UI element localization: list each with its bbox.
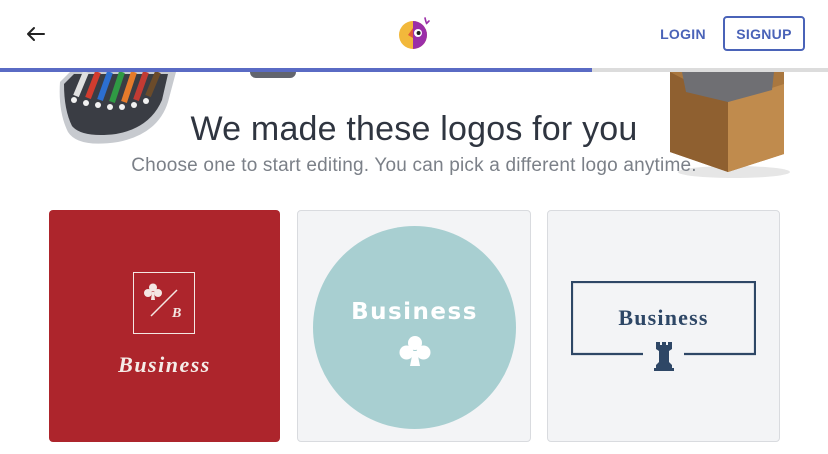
- login-link[interactable]: LOGIN: [650, 18, 716, 50]
- club-suit-icon: [399, 336, 431, 366]
- logo-option-2[interactable]: Business: [297, 210, 531, 442]
- monogram-letter: B: [172, 306, 182, 321]
- monogram-emblem: B: [133, 272, 195, 334]
- arrow-left-icon: [27, 27, 45, 41]
- logo-option-1[interactable]: B Business: [49, 210, 280, 442]
- logo-circle: [313, 226, 516, 429]
- logo-option-3[interactable]: Business: [547, 210, 780, 442]
- decorative-shape: [250, 72, 296, 78]
- page-title: We made these logos for you: [190, 110, 638, 148]
- logo-business-name: Business: [618, 305, 709, 330]
- page-subtitle: Choose one to start editing. You can pic…: [131, 155, 697, 176]
- signup-button[interactable]: SIGNUP: [723, 16, 805, 51]
- top-navigation-bar: LOGIN SIGNUP: [0, 0, 828, 68]
- logo-business-name: Business: [351, 299, 478, 325]
- brand-face-icon[interactable]: [396, 15, 432, 51]
- logo-business-name: Business: [118, 352, 211, 377]
- chess-rook-icon: [654, 342, 674, 371]
- slash-divider: [150, 289, 178, 317]
- back-button[interactable]: [22, 21, 48, 47]
